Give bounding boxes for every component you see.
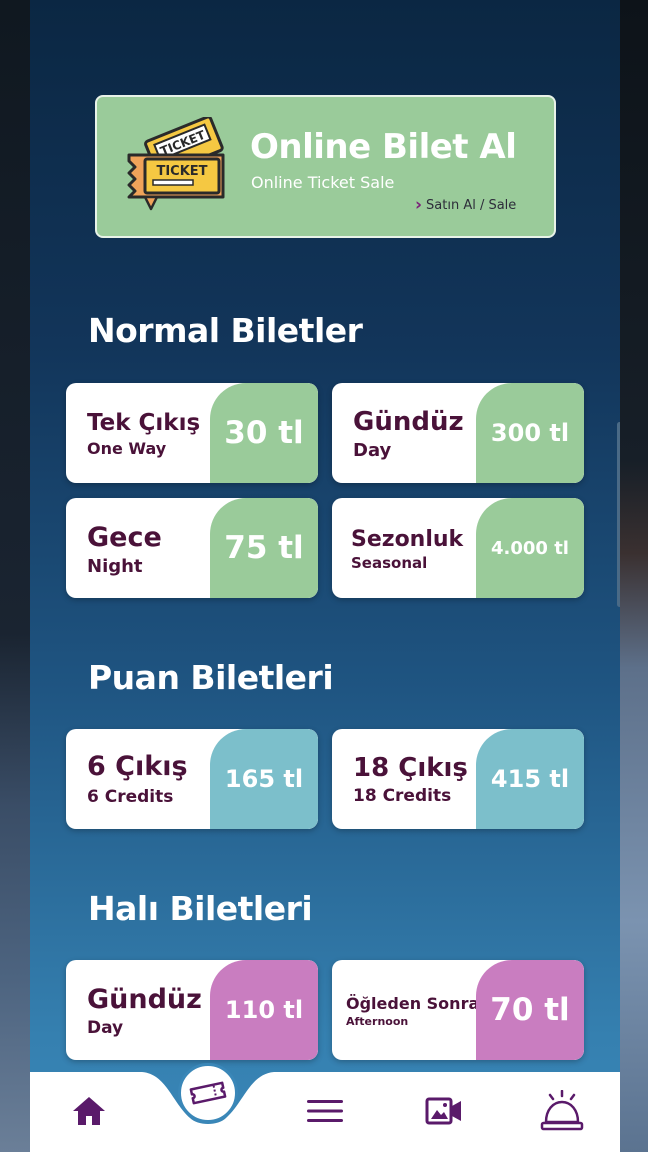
section-title-puan: Puan Biletleri [88, 658, 334, 697]
media-icon [425, 1097, 461, 1125]
ticket-card-subtitle: Night [87, 556, 143, 577]
ticket-card-title: Sezonluk [351, 527, 464, 552]
background-photo-right [620, 0, 648, 1152]
app-screen: TICKET TICKET Online Bilet Al Online Tic… [30, 0, 620, 1152]
ticket-card-subtitle: Seasonal [351, 554, 428, 572]
ticket-card-subtitle: Day [353, 440, 392, 461]
ticket-card-price: 75 tl [210, 498, 318, 598]
ticket-card-subtitle: 18 Credits [353, 786, 452, 806]
ticket-card-title: 6 Çıkış [87, 751, 188, 782]
banner-subtitle: Online Ticket Sale [251, 173, 395, 192]
buy-link[interactable]: › Satın Al / Sale [415, 195, 516, 215]
banner-title: Online Bilet Al [250, 127, 517, 167]
ticket-icon [189, 1081, 227, 1105]
section-title-normal: Normal Biletler [88, 311, 363, 350]
ticket-card-subtitle: Afternoon [346, 1015, 409, 1028]
ticket-card-price: 300 tl [476, 383, 584, 483]
menu-icon [307, 1100, 343, 1122]
ticket-card-title: Gece [87, 522, 162, 553]
ticket-card-title: Gündüz [353, 407, 464, 437]
ticket-card-price: 110 tl [210, 960, 318, 1060]
section-title-hali: Halı Biletleri [88, 889, 313, 928]
ticket-card-price: 30 tl [210, 383, 318, 483]
ticket-card-18-credits[interactable]: 18 Çıkış 18 Credits 415 tl [332, 729, 584, 829]
nav-reception[interactable] [537, 1090, 587, 1132]
ticket-card-seasonal[interactable]: Sezonluk Seasonal 4.000 tl [332, 498, 584, 598]
online-ticket-banner[interactable]: TICKET TICKET Online Bilet Al Online Tic… [95, 95, 556, 238]
chevron-right-icon: › [415, 195, 423, 215]
ticket-icon: TICKET TICKET [127, 117, 225, 211]
ticket-card-hali-afternoon[interactable]: Öğleden Sonra Afternoon 70 tl [332, 960, 584, 1060]
bell-icon [540, 1090, 584, 1131]
nav-menu[interactable] [300, 1090, 350, 1132]
ticket-card-price: 415 tl [476, 729, 584, 829]
ticket-card-price: 70 tl [476, 960, 584, 1060]
ticket-card-subtitle: One Way [87, 439, 167, 458]
ticket-card-title: Öğleden Sonra [346, 994, 480, 1013]
ticket-card-one-way[interactable]: Tek Çıkış One Way 30 tl [66, 383, 318, 483]
ticket-card-subtitle: 6 Credits [87, 787, 174, 807]
ticket-card-hali-day[interactable]: Gündüz Day 110 tl [66, 960, 318, 1060]
home-icon [73, 1097, 105, 1125]
nav-tickets[interactable] [178, 1063, 238, 1123]
ticket-card-title: Tek Çıkış [87, 410, 201, 436]
buy-link-label: Satın Al / Sale [426, 197, 517, 213]
ticket-card-night[interactable]: Gece Night 75 tl [66, 498, 318, 598]
ticket-art-text-front: TICKET [156, 164, 207, 179]
ticket-card-title: Gündüz [87, 984, 202, 1015]
bottom-navigation [30, 1063, 620, 1152]
ticket-card-price: 4.000 tl [476, 498, 584, 598]
scroll-indicator[interactable] [617, 422, 620, 607]
nav-media[interactable] [419, 1090, 469, 1132]
ticket-card-6-credits[interactable]: 6 Çıkış 6 Credits 165 tl [66, 729, 318, 829]
background-photo-left [0, 0, 30, 1152]
ticket-card-day[interactable]: Gündüz Day 300 tl [332, 383, 584, 483]
ticket-card-subtitle: Day [87, 1018, 124, 1038]
ticket-card-price: 165 tl [210, 729, 318, 829]
ticket-card-title: 18 Çıkış [353, 753, 468, 783]
nav-home[interactable] [64, 1090, 114, 1132]
